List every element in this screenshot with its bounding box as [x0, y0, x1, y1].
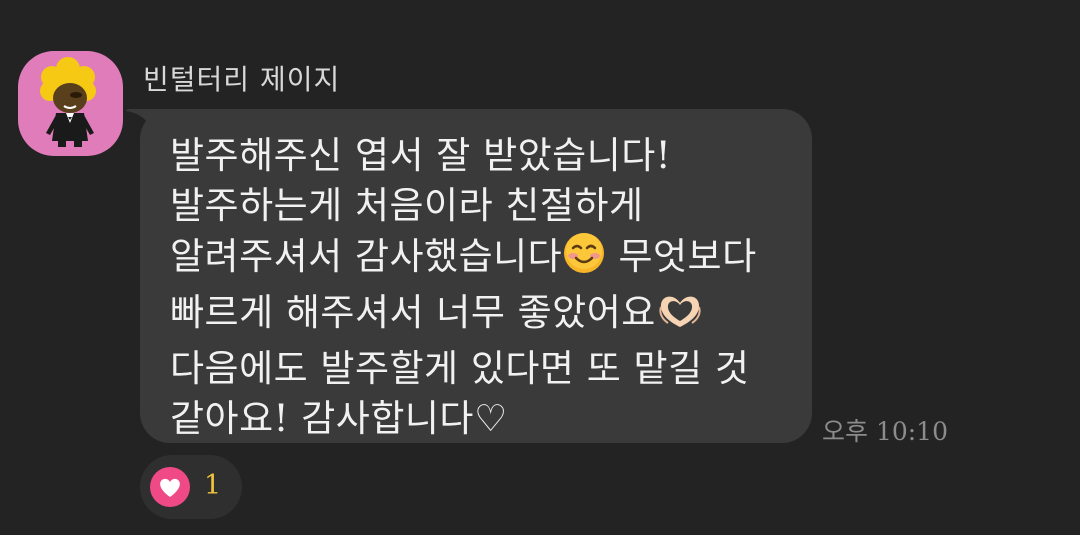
sender-avatar[interactable] — [18, 51, 123, 156]
sender-name: 빈털터리 제이지 — [143, 63, 341, 96]
chat-room: 빈털터리 제이지 발주해주신 엽서 잘 받았습니다! 발주하는게 처음이라 친절… — [0, 0, 1080, 535]
message-bubble[interactable]: 발주해주신 엽서 잘 받았습니다! 발주하는게 처음이라 친절하게 알려주셔서 … — [140, 109, 812, 443]
reaction-count: 1 — [204, 470, 222, 501]
message-line: 같아요! 감사합니다♡ — [170, 394, 792, 444]
message-line: 발주하는게 처음이라 친절하게 — [170, 181, 792, 231]
message-text: 발주해주신 엽서 잘 받았습니다! — [170, 134, 672, 177]
reaction-button[interactable]: 1 — [140, 455, 242, 519]
message-text: 다음에도 발주할게 있다면 또 맡길 것 — [170, 347, 750, 390]
smiling-face-emoji-icon — [562, 231, 606, 288]
message-line: 알려주셔서 감사했습니다 무엇보다 — [170, 231, 792, 288]
message-line: 빠르게 해주셔서 너무 좋았어요 — [170, 288, 792, 344]
message-timestamp: 오후 10:10 — [822, 417, 948, 446]
message-text: 빠르게 해주셔서 너무 좋았어요 — [170, 291, 656, 334]
message-line: 다음에도 발주할게 있다면 또 맡길 것 — [170, 344, 792, 394]
message-text: 알려주셔서 감사했습니다 — [170, 235, 563, 278]
message-text: 같아요! 감사합니다♡ — [170, 397, 508, 440]
message-text: 발주하는게 처음이라 친절하게 — [170, 184, 644, 227]
message-line: 발주해주신 엽서 잘 받았습니다! — [170, 131, 792, 181]
message-text: 무엇보다 — [606, 235, 757, 278]
heart-hands-emoji-icon — [656, 291, 704, 344]
heart-icon — [150, 467, 190, 507]
character-avatar-icon — [40, 57, 96, 147]
